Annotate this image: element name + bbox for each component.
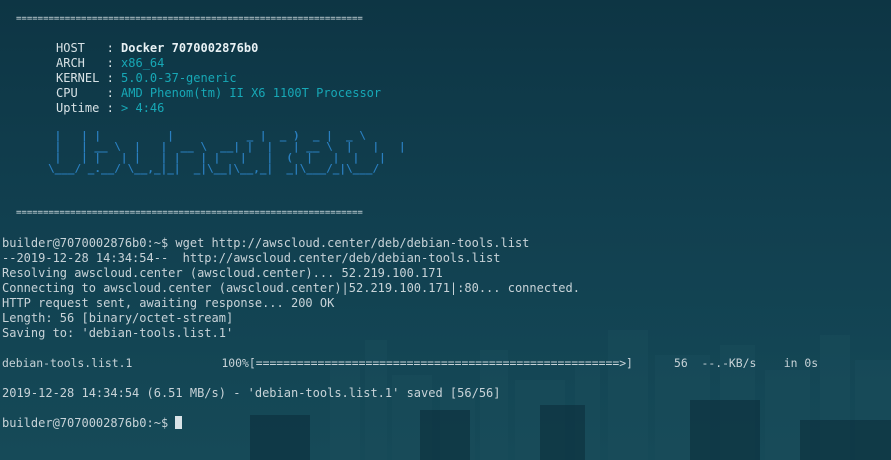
host-label: HOST : <box>56 41 114 55</box>
banner-host-row: HOST : Docker 7070002876b0 <box>56 41 258 56</box>
arch-value: x86_64 <box>121 56 165 70</box>
banner-top-rule: ========================================… <box>16 14 363 24</box>
terminal-line-length: Length: 56 [binary/octet-stream] <box>2 311 234 325</box>
terminal-prompt: builder@7070002876b0:~$ <box>2 416 176 430</box>
terminal-line-progress: debian-tools.list.1 100%[===============… <box>2 356 819 370</box>
kernel-label: KERNEL : <box>56 71 114 85</box>
text-cursor <box>175 416 183 429</box>
cpu-label: CPU : <box>56 86 114 100</box>
terminal-line-wget-command: builder@7070002876b0:~$ wget http://awsc… <box>2 236 530 250</box>
terminal-line-saving: Saving to: 'debian-tools.list.1' <box>2 326 234 340</box>
arch-label: ARCH : <box>56 56 114 70</box>
terminal-window[interactable]: ========================================… <box>0 0 891 460</box>
terminal-line-resolving: Resolving awscloud.center (awscloud.cent… <box>2 266 443 280</box>
banner-kernel-row: KERNEL : 5.0.0-37-generic <box>56 71 237 86</box>
uptime-label: Uptime : <box>56 101 114 115</box>
host-value: Docker 7070002876b0 <box>121 41 259 55</box>
banner-bottom-rule: ========================================… <box>16 208 363 218</box>
banner-arch-row: ARCH : x86_64 <box>56 56 164 71</box>
terminal-prompt-line[interactable]: builder@7070002876b0:~$ <box>2 416 183 431</box>
cpu-value: AMD Phenom(tm) II X6 1100T Processor <box>121 86 382 100</box>
kernel-value: 5.0.0-37-generic <box>121 71 237 85</box>
banner-uptime-row: Uptime : > 4:46 <box>56 101 164 116</box>
ubuntu-ascii-logo: | | | | _ | _ ) _ | _ \ | | __ \ | | __ … <box>48 129 406 175</box>
banner-cpu-row: CPU : AMD Phenom(tm) II X6 1100T Process… <box>56 86 381 101</box>
terminal-line-http-response: HTTP request sent, awaiting response... … <box>2 296 335 310</box>
terminal-line-timestamp: --2019-12-28 14:34:54-- http://awscloud.… <box>2 251 501 265</box>
uptime-value: > 4:46 <box>121 101 165 115</box>
terminal-line-connecting: Connecting to awscloud.center (awscloud.… <box>2 281 580 295</box>
terminal-line-saved: 2019-12-28 14:34:54 (6.51 MB/s) - 'debia… <box>2 386 501 400</box>
